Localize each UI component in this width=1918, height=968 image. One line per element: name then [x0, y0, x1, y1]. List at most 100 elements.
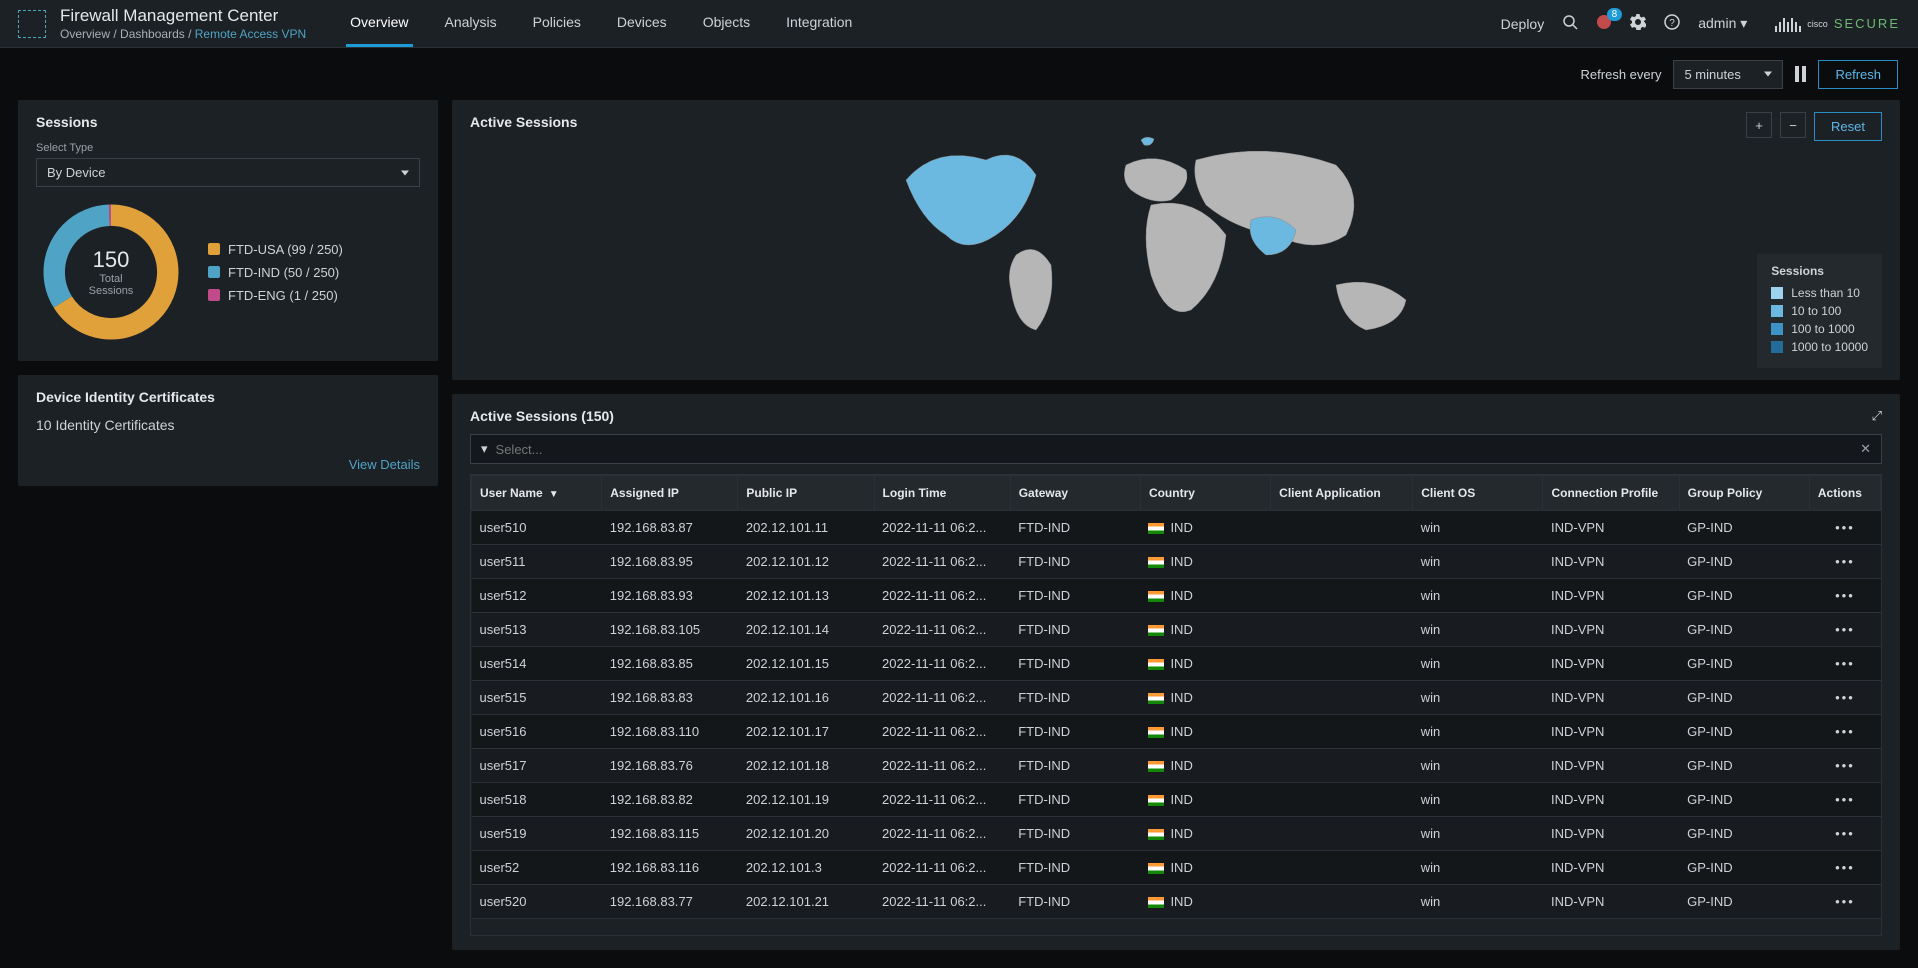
sessions-grid[interactable]: User Name▼ Assigned IP Public IP Login T…	[470, 474, 1882, 936]
row-actions-icon[interactable]: •••	[1809, 817, 1880, 851]
col-country[interactable]: Country	[1140, 476, 1270, 511]
certificates-title: Device Identity Certificates	[36, 389, 420, 405]
table-row[interactable]: user514192.168.83.85202.12.101.152022-11…	[472, 647, 1881, 681]
nav-devices[interactable]: Devices	[613, 0, 671, 47]
flag-india-icon	[1148, 795, 1164, 806]
certificates-count: 10 Identity Certificates	[36, 417, 420, 433]
legend-ftd-ind: FTD-IND (50 / 250)	[208, 265, 343, 280]
cisco-logo-icon	[18, 10, 46, 38]
help-icon[interactable]: ?	[1664, 14, 1680, 33]
flag-india-icon	[1148, 659, 1164, 670]
flag-india-icon	[1148, 625, 1164, 636]
filter-bar: ▾ ✕	[470, 434, 1882, 464]
col-login-time[interactable]: Login Time	[874, 476, 1010, 511]
col-client-os[interactable]: Client OS	[1413, 476, 1543, 511]
session-type-select[interactable]: By Device	[36, 158, 420, 187]
map-legend: Sessions Less than 10 10 to 100 100 to 1…	[1757, 254, 1882, 368]
row-actions-icon[interactable]: •••	[1809, 613, 1880, 647]
svg-text:?: ?	[1669, 18, 1675, 29]
table-row[interactable]: user510192.168.83.87202.12.101.112022-11…	[472, 511, 1881, 545]
col-actions[interactable]: Actions	[1809, 476, 1880, 511]
world-map[interactable]	[896, 125, 1456, 355]
row-actions-icon[interactable]: •••	[1809, 545, 1880, 579]
nav-objects[interactable]: Objects	[699, 0, 754, 47]
refresh-interval-select[interactable]: 5 minutes	[1673, 60, 1783, 89]
deploy-button[interactable]: Deploy	[1501, 16, 1545, 32]
flag-india-icon	[1148, 727, 1164, 738]
total-sessions-number: 150	[93, 247, 130, 273]
col-gateway[interactable]: Gateway	[1010, 476, 1140, 511]
app-title: Firewall Management Center	[60, 6, 306, 26]
col-username[interactable]: User Name▼	[472, 476, 602, 511]
flag-india-icon	[1148, 557, 1164, 568]
zoom-in-button[interactable]: +	[1746, 112, 1772, 138]
sessions-panel: Sessions Select Type By Device 150 Total…	[18, 100, 438, 361]
active-sessions-table-panel: Active Sessions (150) ⤢ ▾ ✕ Use	[452, 394, 1900, 950]
main-nav: Overview Analysis Policies Devices Objec…	[346, 0, 856, 47]
row-actions-icon[interactable]: •••	[1809, 749, 1880, 783]
table-row[interactable]: user518192.168.83.82202.12.101.192022-11…	[472, 783, 1881, 817]
refresh-every-label: Refresh every	[1581, 67, 1662, 82]
table-row[interactable]: user520192.168.83.77202.12.101.212022-11…	[472, 885, 1881, 919]
nav-overview[interactable]: Overview	[346, 0, 412, 47]
notifications-icon[interactable]: 8	[1596, 14, 1612, 33]
select-type-label: Select Type	[36, 142, 420, 154]
table-row[interactable]: user516192.168.83.110202.12.101.172022-1…	[472, 715, 1881, 749]
row-actions-icon[interactable]: •••	[1809, 681, 1880, 715]
table-row[interactable]: user515192.168.83.83202.12.101.162022-11…	[472, 681, 1881, 715]
row-actions-icon[interactable]: •••	[1809, 579, 1880, 613]
legend-ftd-usa: FTD-USA (99 / 250)	[208, 242, 343, 257]
cisco-bars-icon	[1775, 16, 1801, 32]
row-actions-icon[interactable]: •••	[1809, 851, 1880, 885]
table-row[interactable]: user513192.168.83.105202.12.101.142022-1…	[472, 613, 1881, 647]
user-menu[interactable]: admin ▾	[1698, 15, 1747, 32]
table-row[interactable]: user511192.168.83.95202.12.101.122022-11…	[472, 545, 1881, 579]
table-row[interactable]: user52192.168.83.116202.12.101.32022-11-…	[472, 851, 1881, 885]
title-block: Firewall Management Center Overview / Da…	[60, 6, 306, 41]
table-row[interactable]: user517192.168.83.76202.12.101.182022-11…	[472, 749, 1881, 783]
col-public-ip[interactable]: Public IP	[738, 476, 874, 511]
row-actions-icon[interactable]: •••	[1809, 715, 1880, 749]
col-client-app[interactable]: Client Application	[1271, 476, 1413, 511]
pause-icon[interactable]	[1795, 66, 1806, 82]
row-actions-icon[interactable]: •••	[1809, 511, 1880, 545]
cisco-secure-brand: cisco SECURE	[1775, 16, 1900, 32]
row-actions-icon[interactable]: •••	[1809, 885, 1880, 919]
flag-india-icon	[1148, 863, 1164, 874]
clear-filter-icon[interactable]: ✕	[1860, 441, 1871, 457]
table-row[interactable]: user512192.168.83.93202.12.101.132022-11…	[472, 579, 1881, 613]
table-header-row: User Name▼ Assigned IP Public IP Login T…	[472, 476, 1881, 511]
expand-icon[interactable]: ⤢	[1872, 408, 1882, 424]
sort-caret-icon: ▼	[549, 489, 559, 500]
reset-map-button[interactable]: Reset	[1814, 112, 1882, 141]
search-icon[interactable]	[1562, 14, 1578, 33]
table-row[interactable]: user519192.168.83.115202.12.101.202022-1…	[472, 817, 1881, 851]
col-conn-profile[interactable]: Connection Profile	[1543, 476, 1679, 511]
header-actions: Deploy 8 ? admin ▾ cisco SECURE	[1501, 14, 1900, 33]
notification-count: 8	[1607, 8, 1623, 21]
zoom-out-button[interactable]: −	[1780, 112, 1806, 138]
sessions-legend: FTD-USA (99 / 250) FTD-IND (50 / 250) FT…	[208, 242, 343, 303]
nav-policies[interactable]: Policies	[529, 0, 585, 47]
sessions-title: Sessions	[36, 114, 420, 130]
refresh-bar: Refresh every 5 minutes Refresh	[0, 48, 1918, 100]
legend-ftd-eng: FTD-ENG (1 / 250)	[208, 288, 343, 303]
breadcrumb-dashboards[interactable]: Dashboards	[120, 27, 185, 41]
refresh-button[interactable]: Refresh	[1818, 60, 1898, 89]
breadcrumb-overview[interactable]: Overview	[60, 27, 110, 41]
certificates-panel: Device Identity Certificates 10 Identity…	[18, 375, 438, 486]
flag-india-icon	[1148, 897, 1164, 908]
row-actions-icon[interactable]: •••	[1809, 783, 1880, 817]
view-details-link[interactable]: View Details	[36, 457, 420, 472]
col-assigned-ip[interactable]: Assigned IP	[602, 476, 738, 511]
col-group-policy[interactable]: Group Policy	[1679, 476, 1809, 511]
nav-analysis[interactable]: Analysis	[441, 0, 501, 47]
breadcrumb-current: Remote Access VPN	[195, 27, 306, 41]
flag-india-icon	[1148, 523, 1164, 534]
app-header: Firewall Management Center Overview / Da…	[0, 0, 1918, 48]
row-actions-icon[interactable]: •••	[1809, 647, 1880, 681]
nav-integration[interactable]: Integration	[782, 0, 856, 47]
flag-india-icon	[1148, 761, 1164, 772]
filter-input[interactable]	[496, 442, 1853, 457]
gear-icon[interactable]	[1630, 14, 1646, 33]
